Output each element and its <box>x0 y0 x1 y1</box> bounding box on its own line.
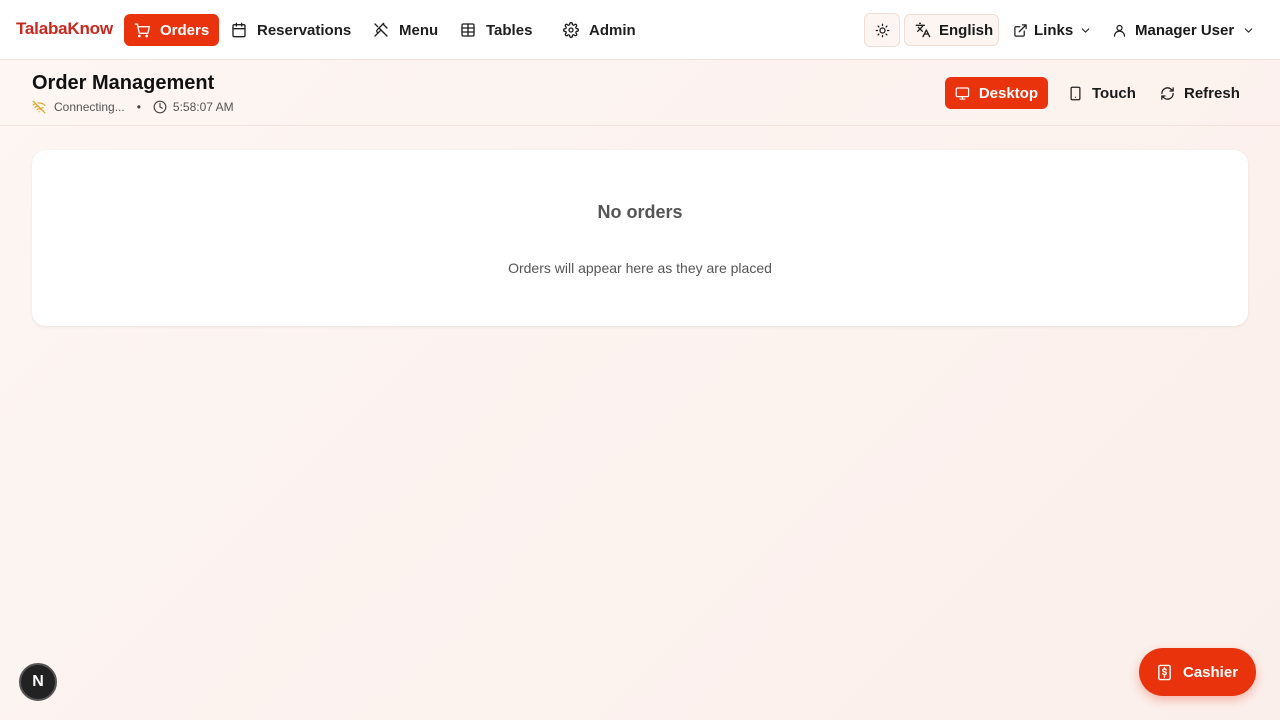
nav-menu[interactable]: Menu <box>363 14 448 46</box>
receipt-dollar-icon <box>1158 664 1171 680</box>
orders-empty-state: No orders Orders will appear here as the… <box>32 150 1248 326</box>
refresh-label: Refresh <box>1184 84 1240 102</box>
refresh-button[interactable]: Refresh <box>1150 77 1250 109</box>
nav-orders[interactable]: Orders <box>124 14 219 46</box>
user-icon <box>1113 24 1126 37</box>
utensils-icon <box>374 22 388 37</box>
language-selector[interactable]: English <box>904 14 999 46</box>
sun-icon <box>875 23 889 37</box>
cart-icon <box>134 23 150 38</box>
user-menu[interactable]: Manager User <box>1106 14 1261 46</box>
desktop-view-button[interactable]: Desktop <box>945 77 1048 109</box>
links-label: Links <box>1034 21 1074 39</box>
connection-status: Connecting... <box>54 100 125 114</box>
nav-orders-label: Orders <box>160 21 210 39</box>
nav-reservations-label: Reservations <box>257 21 352 39</box>
connection-status-row: Connecting... • 5:58:07 AM <box>32 100 234 114</box>
monitor-icon <box>955 86 970 100</box>
language-label: English <box>939 21 994 39</box>
page-header: Order Management Connecting... • 5:58:07… <box>0 61 1280 126</box>
nav-menu-label: Menu <box>399 21 439 39</box>
desktop-label: Desktop <box>978 84 1038 102</box>
cashier-button[interactable]: Cashier <box>1139 648 1256 696</box>
gear-icon <box>563 22 579 38</box>
last-updated-time: 5:58:07 AM <box>172 100 234 114</box>
status-separator: • <box>136 100 141 114</box>
wifi-off-icon <box>32 100 46 114</box>
touch-label: Touch <box>1092 84 1136 102</box>
badge-letter: N <box>32 673 44 690</box>
top-navigation: TalabaKnow Orders Reservations Menu Tabl… <box>0 0 1280 60</box>
empty-state-message: Orders will appear here as they are plac… <box>508 260 772 276</box>
nav-admin-label: Admin <box>589 21 636 39</box>
dev-tools-badge[interactable]: N <box>19 663 57 701</box>
clock-icon <box>153 100 167 114</box>
calendar-icon <box>232 22 246 38</box>
touch-view-button[interactable]: Touch <box>1058 77 1146 109</box>
page-title: Order Management <box>32 72 215 94</box>
refresh-icon <box>1161 86 1174 100</box>
nav-admin[interactable]: Admin <box>553 14 646 46</box>
nav-reservations[interactable]: Reservations <box>221 14 361 46</box>
cashier-label: Cashier <box>1183 663 1239 681</box>
theme-toggle-button[interactable] <box>864 13 900 47</box>
chevron-down-icon <box>1081 27 1090 33</box>
nav-tables[interactable]: Tables <box>450 14 542 46</box>
table-icon <box>461 23 475 37</box>
nav-tables-label: Tables <box>486 21 533 39</box>
external-link-icon <box>1014 23 1027 37</box>
tablet-icon <box>1070 86 1081 100</box>
translate-icon <box>915 22 931 38</box>
empty-state-title: No orders <box>597 202 683 222</box>
links-dropdown[interactable]: Links <box>1007 14 1098 46</box>
brand-logo[interactable]: TalabaKnow <box>16 19 113 39</box>
user-label: Manager User <box>1135 21 1235 39</box>
chevron-down-icon <box>1244 27 1253 33</box>
